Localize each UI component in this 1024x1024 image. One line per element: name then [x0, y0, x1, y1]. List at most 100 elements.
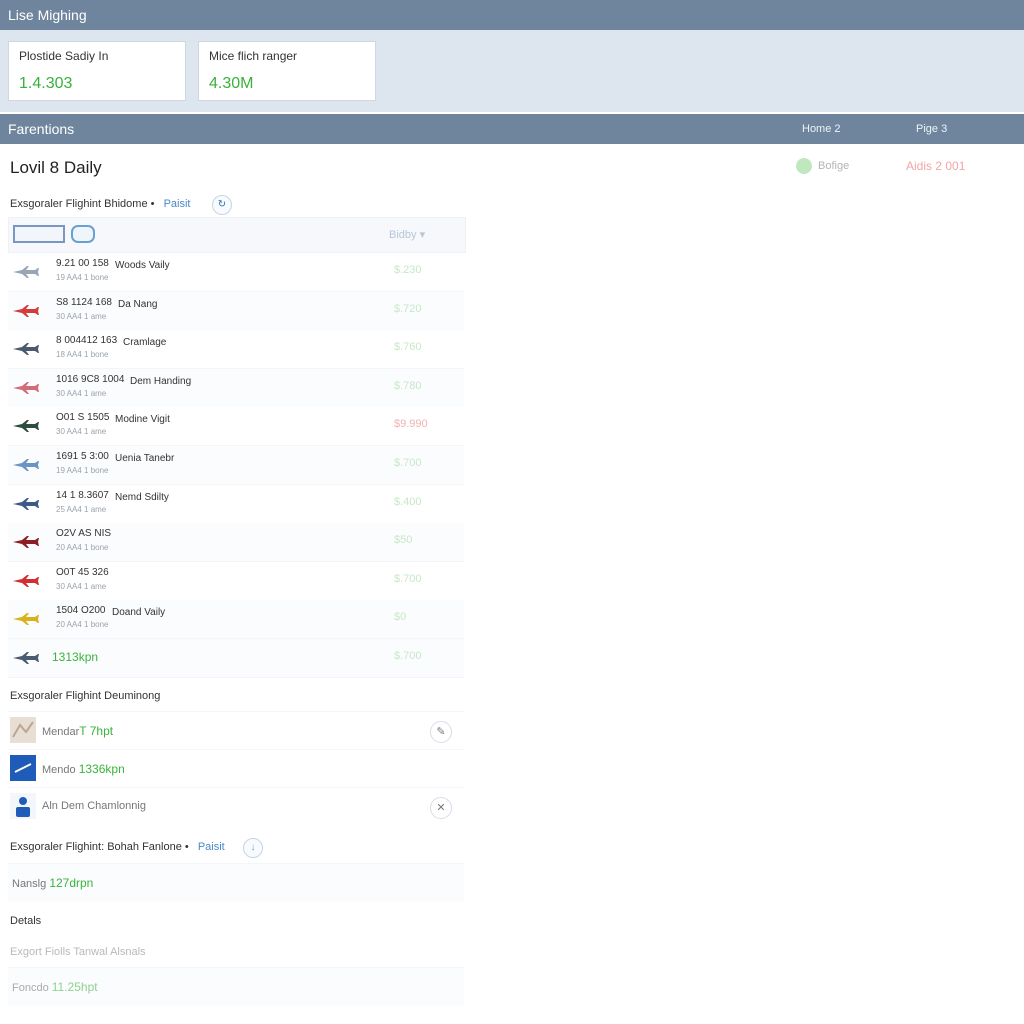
section-link[interactable]: Paisit — [198, 841, 225, 853]
info-row-details[interactable]: Foncdo 11.25hpt — [8, 967, 464, 1006]
flight-subtext: 19 AA4 1 bone — [56, 466, 109, 475]
sort-dropdown-label: Bidby — [389, 229, 417, 241]
nav-bar: Farentions Home 2 Pige 3 — [0, 114, 1024, 144]
stat-value: 1.4.303 — [19, 75, 73, 92]
info-row-value: 1336kpn — [78, 762, 125, 776]
flights-total-row[interactable]: 1313kpn $.700 — [8, 639, 464, 678]
airplane-icon — [13, 343, 39, 355]
stat-card-1[interactable]: Plostide Sadiy In 1.4.303 — [8, 41, 186, 101]
view-toggle-icon[interactable] — [71, 225, 95, 243]
flight-price: $50 — [394, 534, 413, 546]
flight-price: $.720 — [394, 303, 422, 315]
section-heading-flights: Exsgoraler Flighint Bhidome • Paisit — [10, 198, 190, 210]
app-title: Lise Mighing — [8, 7, 87, 23]
table-row[interactable]: O0T 45 326 30 AA4 1 ame $.700 — [8, 562, 464, 601]
map-thumbnail-icon — [10, 717, 36, 743]
flight-price: $0 — [394, 611, 407, 623]
table-row[interactable]: 1016 9C8 1004 Dem Handing 30 AA4 1 ame $.78… — [8, 369, 464, 408]
nav-title: Farentions — [8, 121, 75, 137]
section-heading-duration: Exsgoraler Flighint Deuminong — [10, 690, 160, 702]
refresh-icon[interactable]: ↻ — [212, 195, 232, 215]
airplane-icon — [13, 498, 39, 510]
info-row-text: Foncdo 11.25hpt — [12, 980, 98, 994]
user-icon — [10, 793, 36, 819]
flight-subtext: 25 AA4 1 ame — [56, 505, 107, 514]
airplane-icon — [13, 575, 39, 587]
flight-destination: Modine Vigit — [115, 414, 170, 425]
table-row[interactable]: 9.21 00 158 Woods Vaily 19 AA4 1 bone $.230 — [8, 253, 464, 292]
flight-subtext: 20 AA4 1 bone — [56, 620, 109, 629]
section-heading-return: Exsgoraler Flighint: Bohah Fanlone • Pai… — [10, 841, 225, 853]
table-row[interactable]: 1691 5 3:00 Uenia Tanebr 19 AA4 1 bone $.70… — [8, 446, 464, 485]
table-row[interactable]: 14 1 8.3607 Nemd Sdilty 25 AA4 1 ame $.400 — [8, 485, 464, 524]
flight-price: $.760 — [394, 341, 422, 353]
info-row-return[interactable]: Nanslg 127drpn — [8, 863, 464, 902]
flight-destination: Uenia Tanebr — [115, 453, 175, 464]
stats-band: Plostide Sadiy In 1.4.303 Mice flich ran… — [0, 30, 1024, 112]
flight-subtext: 30 AA4 1 ame — [56, 389, 107, 398]
section-link[interactable]: Paisit — [164, 198, 191, 210]
flight-subtext: 30 AA4 1 ame — [56, 427, 107, 436]
flight-subtext: 30 AA4 1 ame — [56, 582, 107, 591]
flight-price: $.400 — [394, 496, 422, 508]
info-row-prefix: Foncdo — [12, 982, 49, 994]
table-row[interactable]: O2V AS NIS 20 AA4 1 bone $50 — [8, 523, 464, 562]
edit-icon[interactable]: ✎ — [430, 721, 452, 743]
info-row-value: 11.25hpt — [51, 980, 98, 994]
section-heading-text: Exsgoraler Flighint Bhidome — [10, 198, 148, 210]
info-row-prefix: Mendar — [42, 726, 80, 738]
stat-card-2[interactable]: Mice flich ranger 4.30M — [198, 41, 376, 101]
table-row[interactable]: O01 S 1505 Modine Vigit 30 AA4 1 ame $9.990 — [8, 407, 464, 446]
flight-code: 9.21 00 158 — [56, 258, 109, 269]
stat-label: Plostide Sadiy In — [19, 49, 109, 63]
sort-dropdown[interactable]: Bidby ▾ — [389, 228, 425, 241]
download-icon[interactable]: ↓ — [243, 838, 263, 858]
section-heading-text: Exsgoraler Flighint: Bohah Fanlone — [10, 841, 182, 853]
info-row-1[interactable]: MendarT 7hpt ✎ — [8, 711, 464, 750]
flight-code: O01 S 1505 — [56, 412, 110, 423]
flight-code: 14 1 8.3607 — [56, 490, 109, 501]
info-row-text: Aln Dem Chamlonnig — [42, 800, 146, 812]
info-row-3[interactable]: Aln Dem Chamlonnig ✕ — [8, 787, 464, 826]
airplane-icon — [13, 652, 39, 664]
status-dot-icon — [796, 158, 812, 174]
airplane-icon — [13, 536, 39, 548]
details-subheading: Exgort Fiolls Tanwal Alsnals — [10, 946, 146, 958]
airplane-icon — [13, 613, 39, 625]
info-row-value: T 7hpt — [79, 724, 114, 738]
flight-code: 1691 5 3:00 — [56, 451, 109, 462]
info-row-2[interactable]: Mendo 1336kpn — [8, 749, 464, 788]
nav-link-page[interactable]: Pige 3 — [916, 123, 947, 135]
flight-price: $.230 — [394, 264, 422, 276]
airplane-icon — [13, 382, 39, 394]
flight-code: 8 004412 163 — [56, 335, 118, 346]
status-alert[interactable]: Aidis 2 001 — [906, 159, 965, 173]
airline-logo-icon — [10, 755, 36, 781]
table-row[interactable]: 1504 O200 Doand Vaily 20 AA4 1 bone $0 — [8, 600, 464, 639]
stat-label: Mice flich ranger — [209, 49, 298, 63]
flight-destination: Da Nang — [118, 299, 158, 310]
section-heading-text: Exsgoraler Flighint Deuminong — [10, 690, 161, 702]
flight-price: $9.990 — [394, 418, 428, 430]
status-badge-label: Bofige — [818, 159, 850, 172]
airplane-icon — [13, 305, 39, 317]
app-header: Lise Mighing — [0, 0, 1024, 30]
nav-link-home[interactable]: Home 2 — [802, 123, 841, 135]
section-separator: • — [150, 198, 155, 210]
status-badge[interactable]: Bofige — [796, 158, 849, 174]
flight-price: $.780 — [394, 380, 422, 392]
flights-table-header: Bidby ▾ — [8, 217, 466, 253]
flight-code: S8 1124 168 — [56, 297, 112, 308]
table-row[interactable]: S8 1124 168 Da Nang 30 AA4 1 ame $.720 — [8, 292, 464, 331]
flight-destination: Dem Handing — [130, 376, 192, 387]
flight-price: $.700 — [394, 573, 422, 585]
flight-code: 1504 O200 — [56, 605, 106, 616]
flight-subtext: 20 AA4 1 bone — [56, 543, 109, 552]
info-row-prefix: Mendo — [42, 764, 76, 776]
info-row-text: Mendo 1336kpn — [42, 762, 125, 776]
close-icon[interactable]: ✕ — [430, 797, 452, 819]
flight-destination: Cramlage — [123, 337, 167, 348]
flight-destination: Woods Vaily — [115, 260, 170, 271]
filter-bar-icon[interactable] — [13, 225, 65, 243]
table-row[interactable]: 8 004412 163 Cramlage 18 AA4 1 bone $.760 — [8, 330, 464, 369]
